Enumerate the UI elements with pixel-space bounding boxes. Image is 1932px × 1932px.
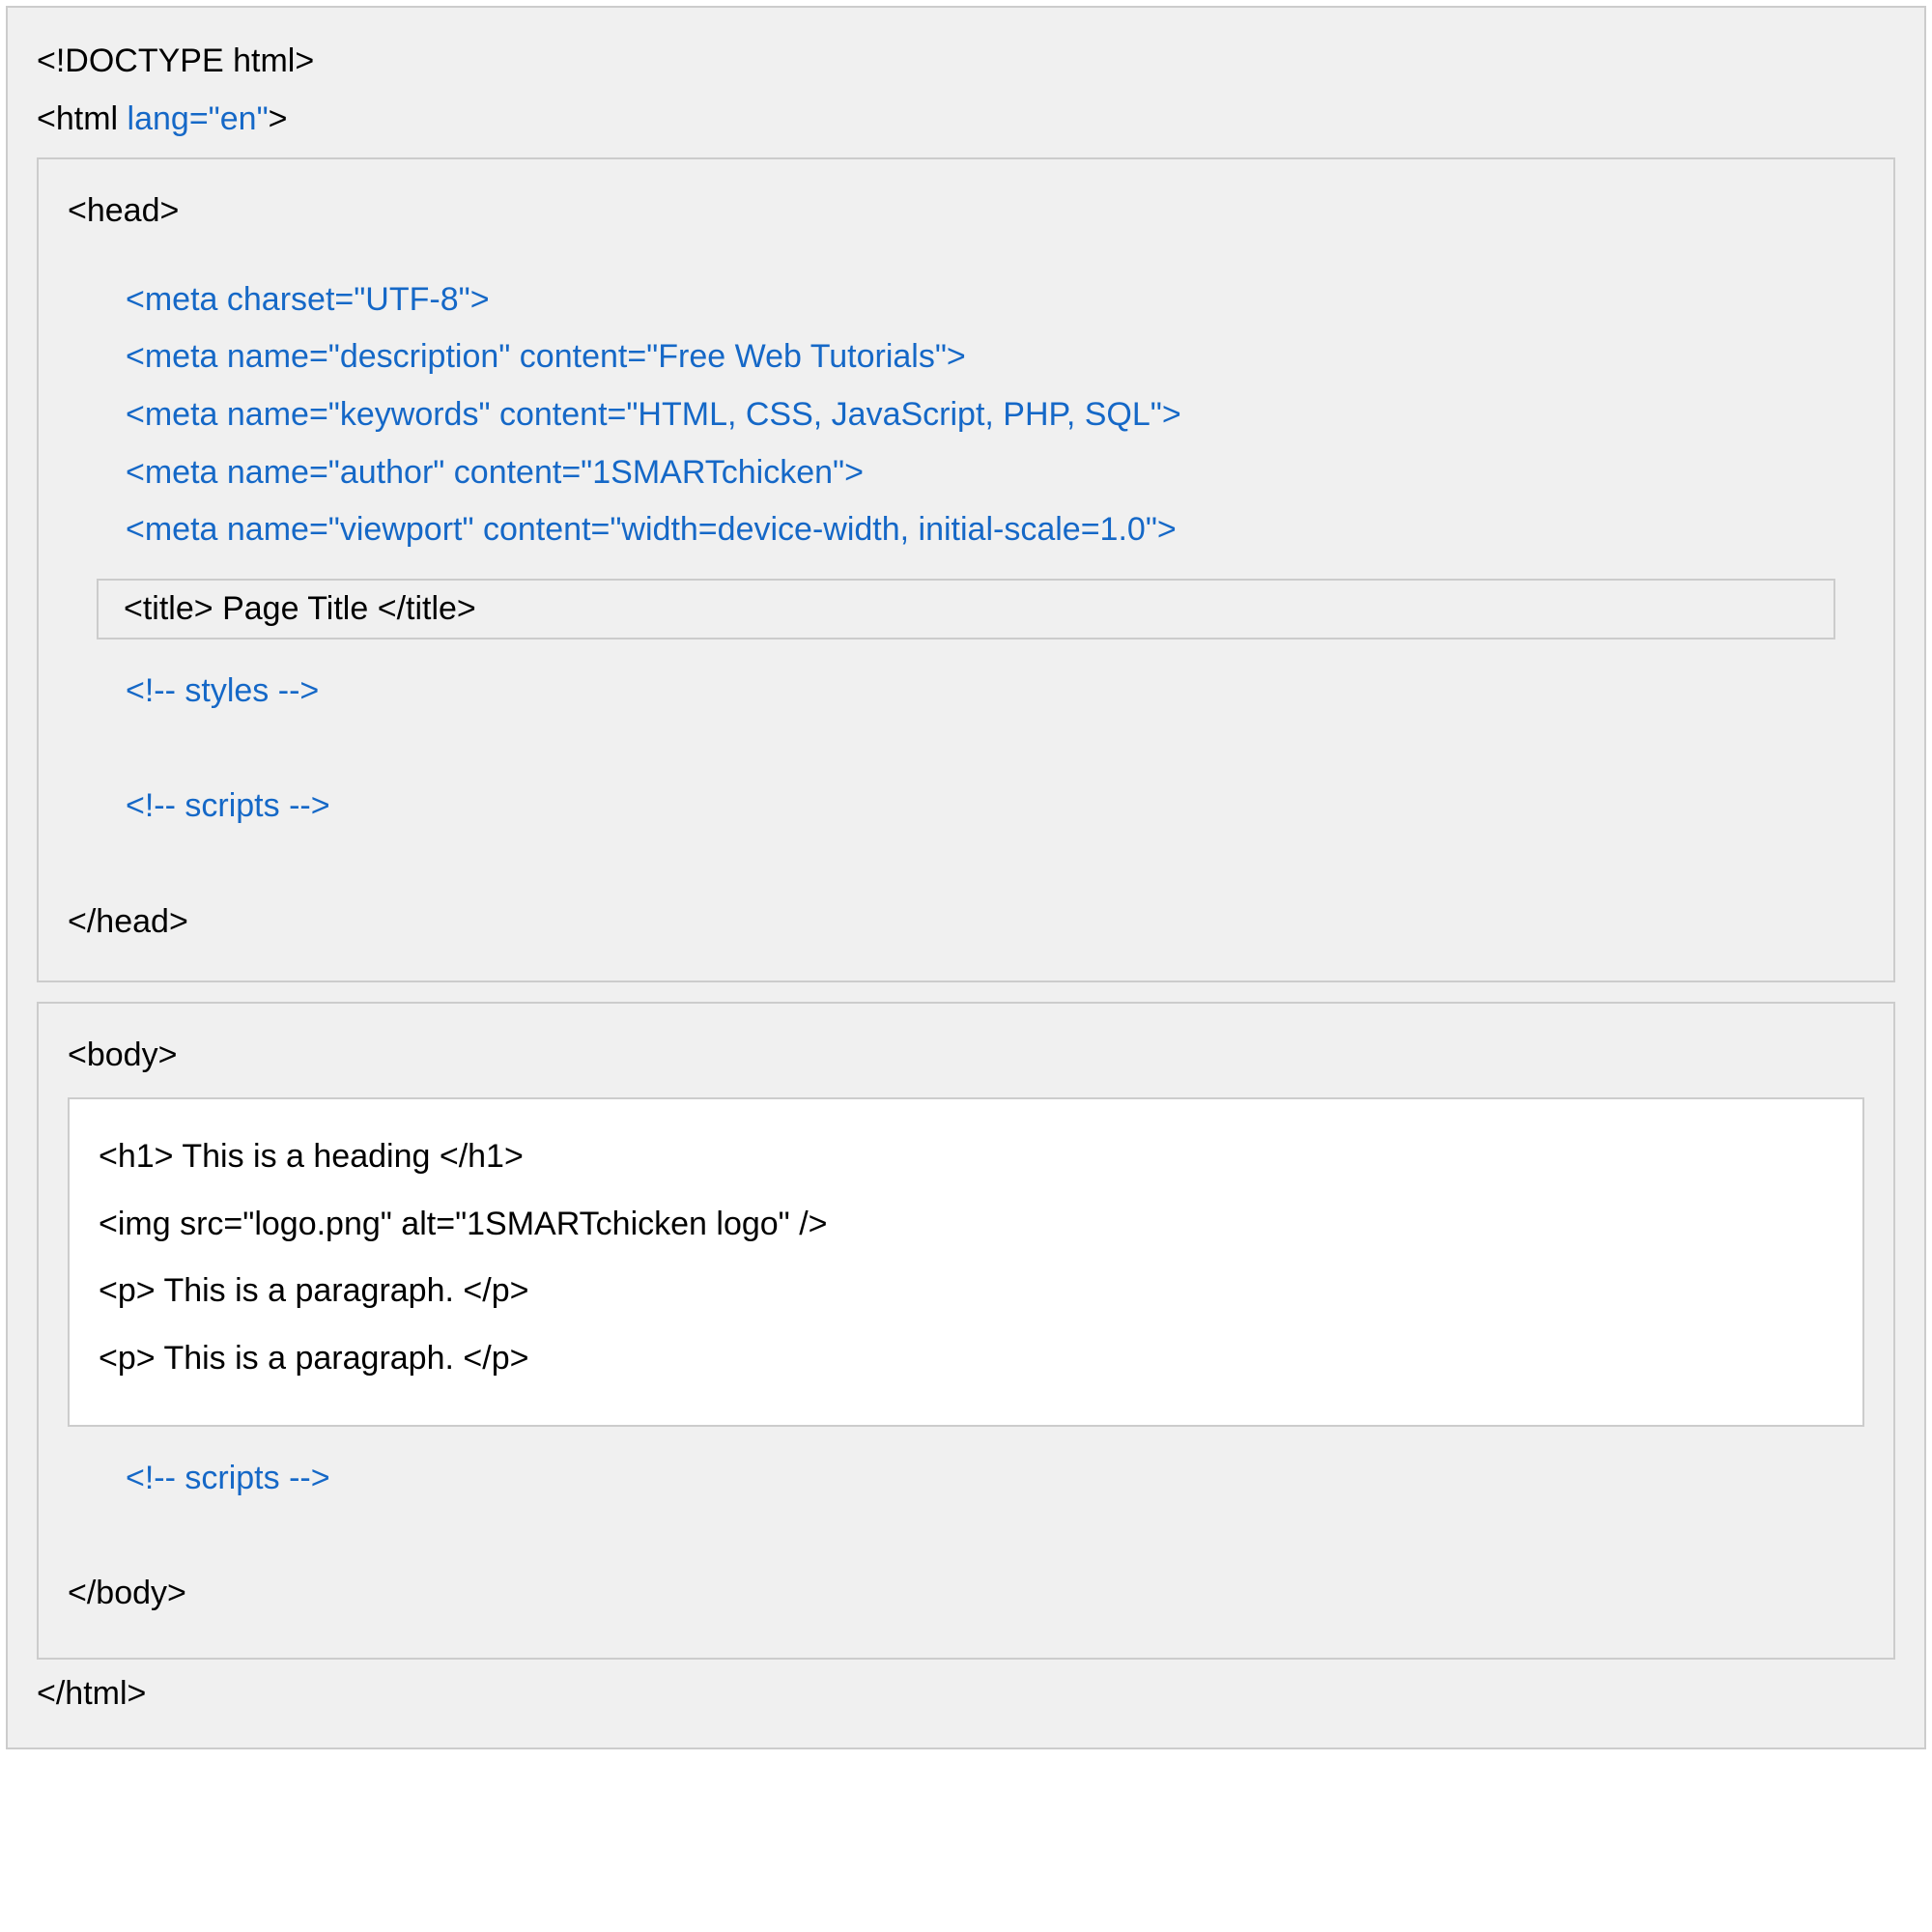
img-line: <img src="logo.png" alt="1SMARTchicken l… [99, 1202, 1833, 1248]
doctype-line: <!DOCTYPE html> [37, 39, 1895, 85]
title-box: <title> Page Title </title> [97, 579, 1835, 639]
meta-author-line: <meta name="author" content="1SMARTchick… [126, 450, 1864, 497]
meta-description-line: <meta name="description" content="Free W… [126, 334, 1864, 381]
html-open-prefix: <html [37, 100, 128, 137]
p-line-2: <p> This is a paragraph. </p> [99, 1336, 1833, 1382]
meta-viewport-line: <meta name="viewport" content="width=dev… [126, 507, 1864, 554]
body-close: </body> [68, 1571, 1864, 1617]
body-open: <body> [68, 1033, 1864, 1079]
styles-comment: <!-- styles --> [126, 668, 1864, 715]
html-close-line: </html> [37, 1671, 1895, 1718]
head-close: </head> [68, 899, 1864, 946]
meta-charset-line: <meta charset="UTF-8"> [126, 277, 1864, 324]
meta-keywords-line: <meta name="keywords" content="HTML, CSS… [126, 392, 1864, 439]
html-lang-attr: lang="en" [128, 100, 269, 137]
html-open-suffix: > [269, 100, 288, 137]
head-open: <head> [68, 188, 1864, 235]
h1-line: <h1> This is a heading </h1> [99, 1134, 1833, 1180]
html-open-line: <html lang="en"> [37, 97, 1895, 143]
title-line: <title> Page Title </title> [124, 590, 476, 627]
head-scripts-comment: <!-- scripts --> [126, 783, 1864, 830]
body-section: <body> <h1> This is a heading </h1> <img… [37, 1002, 1895, 1660]
body-content-box: <h1> This is a heading </h1> <img src="l… [68, 1097, 1864, 1426]
p-line-1: <p> This is a paragraph. </p> [99, 1268, 1833, 1315]
head-section: <head> <meta charset="UTF-8"> <meta name… [37, 157, 1895, 981]
body-scripts-comment: <!-- scripts --> [126, 1456, 1864, 1502]
